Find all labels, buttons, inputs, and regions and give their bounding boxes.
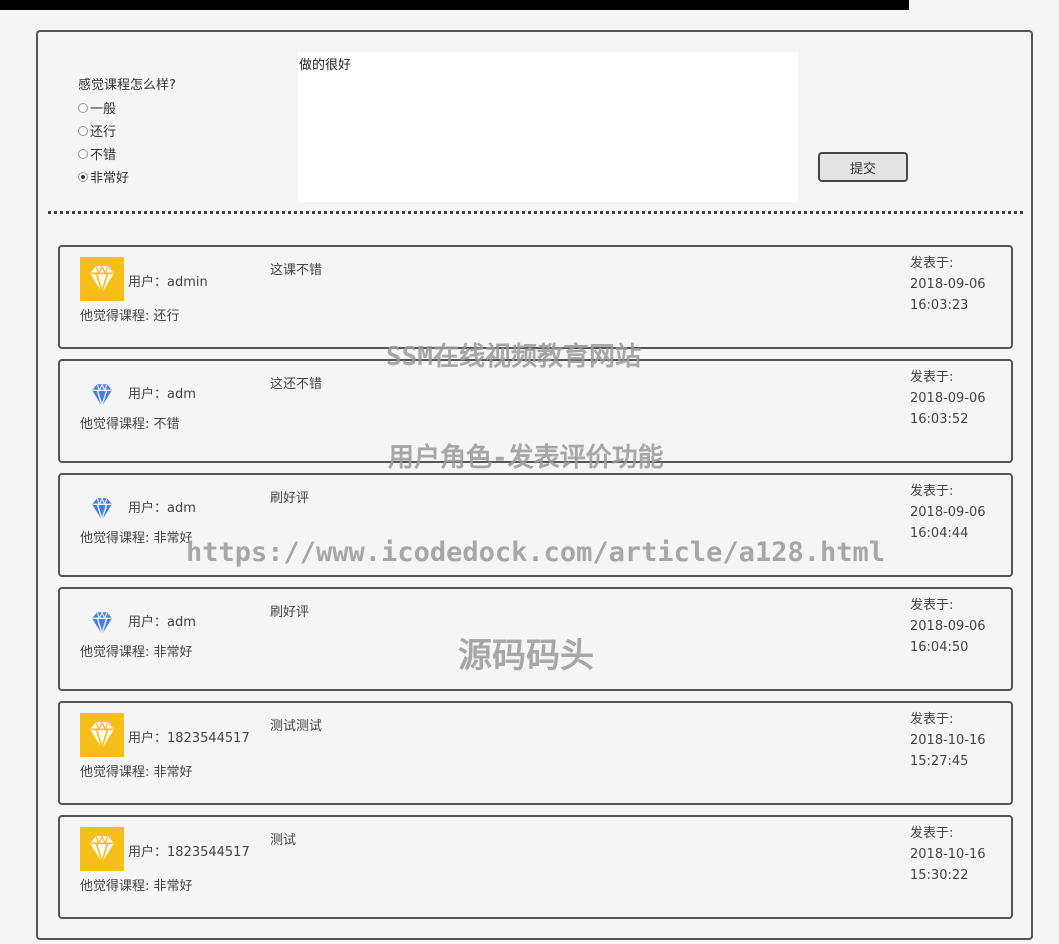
comment-time: 15:27:45 — [910, 754, 969, 769]
comment-card: 用户：1823544517 他觉得课程: 非常好 测试测试 发表于: 2018-10-1… — [58, 701, 1013, 805]
rating-option-2[interactable]: 还行 — [78, 119, 129, 142]
rating-question: 感觉课程怎么样? — [78, 78, 176, 93]
avatar — [80, 485, 124, 529]
comment-post-info: 发表于: 2018-10-16 15:30:22 — [910, 823, 986, 886]
comment-date: 2018-10-16 — [910, 847, 986, 862]
submit-button[interactable]: 提交 — [818, 152, 908, 182]
comment-card: 用户：1823544517 他觉得课程: 非常好 测试 发表于: 2018-10-16 1… — [58, 815, 1013, 919]
comment-username: 用户：adm — [128, 387, 196, 402]
comment-time: 15:30:22 — [910, 868, 969, 883]
comment-content: 刷好评 — [270, 605, 310, 620]
comment-username: 用户：adm — [128, 501, 196, 516]
posted-label: 发表于: — [910, 484, 954, 499]
comment-post-info: 发表于: 2018-10-16 15:27:45 — [910, 709, 986, 772]
comment-rating: 他觉得课程: 不错 — [80, 417, 180, 432]
comment-content: 测试 — [270, 833, 297, 848]
posted-label: 发表于: — [910, 598, 954, 613]
radio-button-2[interactable] — [78, 125, 88, 136]
avatar — [80, 599, 124, 643]
avatar — [80, 827, 124, 871]
watermark-text: https://www.icodedock.com/article/a128.h… — [186, 537, 885, 568]
comment-username: 用户：1823544517 — [128, 731, 250, 746]
top-black-bar — [0, 0, 909, 10]
comment-post-info: 发表于: 2018-09-06 16:03:52 — [910, 367, 986, 430]
rating-option-label: 还行 — [90, 125, 117, 140]
radio-button-4[interactable] — [78, 171, 88, 182]
posted-label: 发表于: — [910, 826, 954, 841]
comment-date: 2018-09-06 — [910, 619, 986, 634]
watermark-text: 源码码头 — [458, 636, 594, 676]
posted-label: 发表于: — [910, 370, 954, 385]
comment-time: 16:03:52 — [910, 412, 969, 427]
comment-username: 用户：adm — [128, 615, 196, 630]
comment-content: 测试测试 — [270, 719, 323, 734]
comment-rating: 他觉得课程: 还行 — [80, 309, 180, 324]
comment-time: 16:04:50 — [910, 640, 969, 655]
comment-rating: 他觉得课程: 非常好 — [80, 531, 193, 546]
comment-rating: 他觉得课程: 非常好 — [80, 765, 193, 780]
radio-button-1[interactable] — [78, 102, 88, 113]
comment-date: 2018-09-06 — [910, 505, 986, 520]
rating-option-label: 一般 — [90, 102, 117, 117]
watermark-text: 用户角色-发表评价功能 — [388, 443, 664, 473]
dotted-divider — [48, 211, 1023, 214]
avatar — [80, 713, 124, 757]
comment-time: 16:03:23 — [910, 298, 969, 313]
comment-textarea[interactable] — [298, 52, 798, 202]
comment-username: 用户：1823544517 — [128, 845, 250, 860]
rating-option-1[interactable]: 一般 — [78, 96, 129, 119]
comment-content: 刷好评 — [270, 491, 310, 506]
comment-date: 2018-09-06 — [910, 391, 986, 406]
comment-post-info: 发表于: 2018-09-06 16:04:50 — [910, 595, 986, 658]
comment-date: 2018-10-16 — [910, 733, 986, 748]
comment-rating: 他觉得课程: 非常好 — [80, 645, 193, 660]
rating-option-4[interactable]: 非常好 — [78, 165, 129, 188]
comment-date: 2018-09-06 — [910, 277, 986, 292]
avatar — [80, 257, 124, 301]
rating-option-label: 非常好 — [90, 171, 130, 186]
comment-time: 16:04:44 — [910, 526, 969, 541]
comment-content: 这还不错 — [270, 377, 323, 392]
comment-post-info: 发表于: 2018-09-06 16:03:23 — [910, 253, 986, 316]
comment-content: 这课不错 — [270, 263, 323, 278]
comment-card: 用户：admin 他觉得课程: 还行 这课不错 发表于: 2018-09-06 16:03… — [58, 245, 1013, 349]
posted-label: 发表于: — [910, 256, 954, 271]
avatar — [80, 371, 124, 415]
rating-option-3[interactable]: 不错 — [78, 142, 129, 165]
comment-post-info: 发表于: 2018-09-06 16:04:44 — [910, 481, 986, 544]
comment-rating: 他觉得课程: 非常好 — [80, 879, 193, 894]
rating-option-label: 不错 — [90, 148, 117, 163]
radio-button-3[interactable] — [78, 148, 88, 159]
rating-options: 一般 还行 不错 非常好 — [78, 96, 129, 188]
comment-username: 用户：admin — [128, 275, 208, 290]
watermark-text: SSM在线视频教育网站 — [386, 342, 641, 372]
posted-label: 发表于: — [910, 712, 954, 727]
